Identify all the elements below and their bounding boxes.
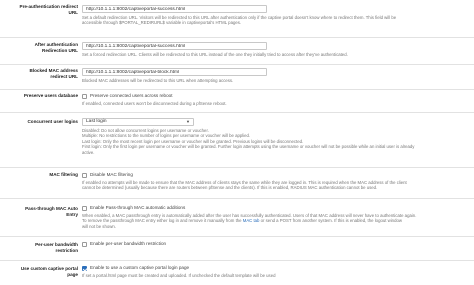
row-preserve-users: Preserve users database Preserve connect…	[0, 89, 474, 112]
preserve-help: If enabled, connected users won't be dis…	[82, 101, 472, 107]
bandwidth-label: Per-user bandwidth restriction	[0, 242, 78, 254]
passthru-label: Pass-through MAC Auto Entry	[0, 206, 78, 218]
customportal-checkbox-label: Enable to use a custom captive portal lo…	[90, 265, 190, 270]
afterauth-label-line2: Redirection URL	[42, 48, 78, 53]
customportal-checkbox-row[interactable]: Enable to use a custom captive portal lo…	[82, 265, 472, 271]
concurrent-help: Disabled: Do not allow concurrent logins…	[82, 128, 472, 156]
customportal-help: If set a portal.html page must be create…	[82, 273, 472, 279]
blockedmac-url-input[interactable]	[82, 68, 267, 76]
row-preauth-redirect: Pre-authentication redirect URL Set a de…	[0, 0, 474, 37]
customportal-label-line2: page	[67, 272, 78, 277]
passthru-label-line2: Entry	[66, 212, 78, 217]
concurrent-label: Concurrent user logins	[27, 119, 78, 124]
macfilter-checkbox-label: Disable MAC filtering	[90, 172, 133, 177]
concurrent-help-line: active.	[82, 149, 95, 155]
bandwidth-checkbox-row[interactable]: Enable per-user bandwidth restriction	[82, 241, 472, 247]
macfilter-help-line2: cannot be determined (usually because th…	[82, 185, 378, 190]
row-concurrent-logins: Concurrent user logins Last login ▼ Disa…	[0, 112, 474, 167]
preserve-label: Preserve users database	[23, 93, 78, 98]
macfilter-checkbox[interactable]	[82, 172, 87, 178]
bandwidth-label-line2: restriction	[55, 248, 78, 253]
afterauth-help-line1: Set a forced redirection URL. Clients wi…	[82, 51, 348, 57]
preauth-label-line2: URL	[68, 10, 78, 15]
bandwidth-checkbox[interactable]	[82, 241, 87, 247]
customportal-checkbox[interactable]	[82, 265, 87, 271]
macfilter-label: MAC filtering	[49, 172, 78, 177]
concurrent-logins-select[interactable]: Last login ▼	[82, 118, 194, 126]
passthru-help-line2-b: or send a POST from another system. If t…	[259, 218, 402, 223]
blockedmac-field: Blocked MAC addresses will be redirected…	[82, 68, 472, 83]
blockedmac-help: Blocked MAC addresses will be redirected…	[82, 78, 472, 84]
customportal-help-line1: If set a portal.html page must be create…	[82, 272, 276, 278]
preauth-help: Set a default redirection URL. Visitors …	[82, 15, 472, 26]
concurrent-help-line: First login: Only the first login per us…	[82, 144, 415, 149]
preauth-help-line2: accessible through $PORTAL_REDIRURL$ var…	[82, 20, 242, 25]
preserve-field: Preserve connected users across reboot I…	[82, 93, 472, 106]
passthru-checkbox[interactable]	[82, 205, 87, 211]
preserve-checkbox[interactable]	[82, 93, 87, 99]
row-custom-portal-page: Use custom captive portal page Enable to…	[0, 260, 474, 285]
blockedmac-label: Blocked MAC address redirect URL	[0, 68, 78, 80]
passthru-help-line3: will not be shown.	[82, 223, 116, 229]
afterauth-label: After authentication Redirection URL	[0, 42, 78, 54]
passthru-field: Enable Pass-through MAC automatic additi…	[82, 205, 472, 229]
macfilter-field: Disable MAC filtering If enabled no atte…	[82, 172, 472, 191]
row-passthru-mac: Pass-through MAC Auto Entry Enable Pass-…	[0, 198, 474, 236]
concurrent-field: Last login ▼ Disabled: Do not allow conc…	[82, 118, 472, 155]
row-afterauth-redirect: After authentication Redirection URL Set…	[0, 37, 474, 64]
afterauth-url-input[interactable]	[82, 42, 267, 50]
preauth-label: Pre-authentication redirect URL	[0, 4, 78, 16]
row-bandwidth-restriction: Per-user bandwidth restriction Enable pe…	[0, 236, 474, 260]
preserve-help-line1: If enabled, connected users won't be dis…	[82, 100, 227, 106]
macfilter-help: If enabled no attempts will be made to e…	[82, 180, 472, 191]
customportal-label: Use custom captive portal page	[0, 266, 78, 278]
concurrent-select-value: Last login	[86, 119, 107, 124]
customportal-field: Enable to use a custom captive portal lo…	[82, 265, 472, 278]
blockedmac-help-line1: Blocked MAC addresses will be redirected…	[82, 77, 234, 83]
afterauth-help: Set a forced redirection URL. Clients wi…	[82, 52, 472, 58]
mac-tab-link[interactable]: MAC tab	[243, 218, 260, 223]
passthru-checkbox-row[interactable]: Enable Pass-through MAC automatic additi…	[82, 205, 472, 211]
preserve-checkbox-label: Preserve connected users across reboot	[90, 93, 173, 98]
passthru-checkbox-label: Enable Pass-through MAC automatic additi…	[90, 205, 186, 210]
blockedmac-label-line2: redirect URL	[50, 74, 78, 79]
preauth-url-input[interactable]	[82, 5, 267, 13]
row-mac-filtering: MAC filtering Disable MAC filtering If e…	[0, 167, 474, 198]
preauth-field: Set a default redirection URL. Visitors …	[82, 5, 472, 26]
passthru-help-line2-a: To remove the passthrough MAC entry eith…	[82, 218, 243, 223]
bandwidth-field: Enable per-user bandwidth restriction	[82, 241, 472, 247]
chevron-down-icon: ▼	[186, 119, 190, 124]
macfilter-checkbox-row[interactable]: Disable MAC filtering	[82, 172, 472, 178]
captive-portal-settings-form: Pre-authentication redirect URL Set a de…	[0, 0, 474, 285]
afterauth-field: Set a forced redirection URL. Clients wi…	[82, 42, 472, 57]
passthru-help: When enabled, a MAC passthrough entry is…	[82, 213, 472, 230]
preserve-checkbox-row[interactable]: Preserve connected users across reboot	[82, 93, 472, 99]
row-blocked-mac-redirect: Blocked MAC address redirect URL Blocked…	[0, 64, 474, 89]
bandwidth-checkbox-label: Enable per-user bandwidth restriction	[90, 241, 167, 246]
